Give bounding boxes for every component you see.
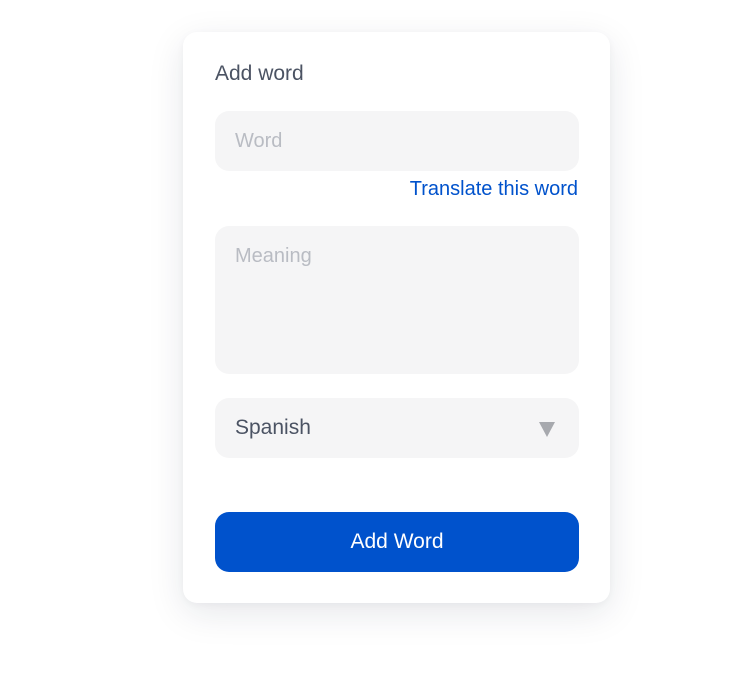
language-select-value: Spanish [235, 416, 311, 439]
add-word-button[interactable]: Add Word [215, 512, 579, 572]
word-input[interactable] [215, 111, 579, 171]
meaning-input[interactable] [215, 226, 579, 374]
language-select[interactable]: Spanish [215, 398, 579, 458]
card-title: Add word [215, 62, 304, 85]
translate-word-link[interactable]: Translate this word [410, 175, 578, 203]
add-word-card: Add word Translate this word Spanish Add… [183, 32, 610, 603]
triangle-down-icon [539, 422, 555, 437]
